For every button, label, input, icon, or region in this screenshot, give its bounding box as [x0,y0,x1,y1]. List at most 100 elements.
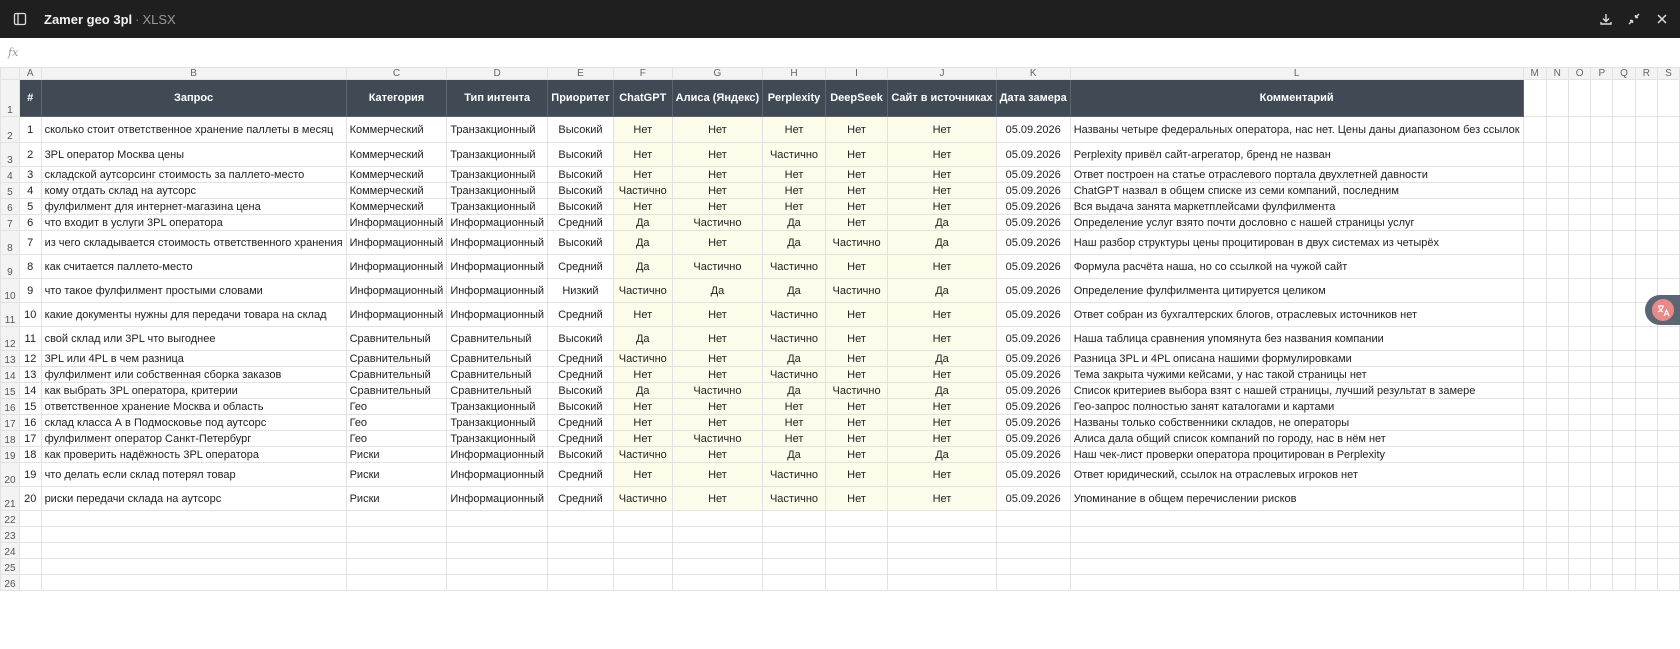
empty-cell[interactable] [612,510,673,527]
empty-cell[interactable] [1522,278,1547,303]
empty-cell[interactable] [1522,558,1547,575]
table-cell[interactable]: Высокий [547,182,614,199]
table-cell[interactable]: 05.09.2026 [995,486,1071,511]
table-cell[interactable]: фулфилмент оператор Санкт-Петербург [40,430,347,447]
empty-cell[interactable] [1590,486,1614,511]
empty-cell[interactable] [1612,558,1636,575]
table-cell[interactable]: Средний [547,302,614,327]
table-cell[interactable]: Да [762,214,826,231]
table-cell[interactable]: Частично [612,278,673,303]
empty-cell[interactable] [1545,182,1569,199]
table-cell[interactable]: Коммерческий [345,166,448,183]
empty-cell[interactable] [1545,558,1569,575]
table-cell[interactable]: Нет [824,254,889,279]
table-cell[interactable]: Частично [762,326,826,351]
table-cell[interactable]: 16 [18,414,42,431]
empty-cell[interactable] [1590,414,1614,431]
empty-cell[interactable] [1545,116,1569,143]
table-cell[interactable]: складской аутсорсинг стоимость за паллет… [40,166,347,183]
table-cell[interactable]: Формула расчёта наша, но со ссылкой на ч… [1069,254,1524,279]
row-header[interactable]: 18 [0,430,20,447]
column-header-s[interactable]: S [1656,67,1680,80]
empty-cell[interactable] [1612,116,1636,143]
table-cell[interactable]: Нет [824,326,889,351]
empty-cell[interactable] [18,558,42,575]
table-cell[interactable]: Гео [345,414,448,431]
column-header-i[interactable]: I [824,67,889,80]
empty-cell[interactable] [18,574,42,591]
table-cell[interactable]: сколько стоит ответственное хранение пал… [40,116,347,143]
empty-cell[interactable] [446,542,549,559]
table-cell[interactable]: 19 [18,462,42,487]
table-cell[interactable]: Да [887,214,997,231]
empty-cell[interactable] [887,574,997,591]
empty-cell[interactable] [1634,366,1658,383]
empty-cell[interactable] [1590,254,1614,279]
table-cell[interactable]: Риски [345,462,448,487]
row-header[interactable]: 20 [0,462,20,487]
empty-cell[interactable] [1590,166,1614,183]
table-cell[interactable]: Нет [762,182,826,199]
table-cell[interactable]: Нет [887,366,997,383]
table-cell[interactable]: Названы четыре федеральных оператора, на… [1069,116,1524,143]
table-cell[interactable]: Информационный [446,254,549,279]
empty-cell[interactable] [1590,462,1614,487]
table-cell[interactable]: Средний [547,486,614,511]
table-cell[interactable]: Риски [345,486,448,511]
table-cell[interactable]: Средний [547,254,614,279]
table-cell[interactable]: фулфилмент для интернет-магазина цена [40,198,347,215]
table-cell[interactable]: Информационный [345,302,448,327]
table-cell[interactable]: Нет [887,302,997,327]
empty-cell[interactable] [1545,278,1569,303]
table-header-cell[interactable]: Сайт в источниках [887,79,997,117]
empty-cell[interactable] [1656,214,1680,231]
empty-cell[interactable] [1567,510,1592,527]
empty-cell[interactable] [1567,230,1592,255]
empty-cell[interactable] [1612,142,1636,167]
table-cell[interactable]: Информационный [345,278,448,303]
table-cell[interactable]: Наш разбор структуры цены процитирован в… [1069,230,1524,255]
column-header-b[interactable]: B [40,67,347,80]
table-cell[interactable]: Частично [612,350,673,367]
empty-cell[interactable] [547,542,614,559]
empty-cell[interactable] [1612,398,1636,415]
download-icon[interactable] [1596,9,1616,29]
table-cell[interactable]: Частично [824,230,889,255]
table-cell[interactable]: 05.09.2026 [995,446,1071,463]
table-cell[interactable]: Да [671,278,764,303]
table-cell[interactable]: 3PL или 4PL в чем разница [40,350,347,367]
empty-cell[interactable] [345,542,448,559]
table-cell[interactable]: Нет [824,430,889,447]
table-cell[interactable]: Сравнительный [345,326,448,351]
column-header-e[interactable]: E [547,67,614,80]
table-cell[interactable]: Средний [547,350,614,367]
empty-cell[interactable] [887,542,997,559]
empty-cell[interactable] [1545,430,1569,447]
empty-cell[interactable] [1069,574,1524,591]
table-cell[interactable]: 05.09.2026 [995,326,1071,351]
empty-cell[interactable] [345,510,448,527]
row-header[interactable]: 7 [0,214,20,231]
row-header[interactable]: 19 [0,446,20,463]
empty-cell[interactable] [1656,166,1680,183]
corner-cell[interactable] [0,67,20,80]
table-cell[interactable]: Да [762,350,826,367]
empty-cell[interactable] [1590,382,1614,399]
empty-cell[interactable] [1522,526,1547,543]
table-cell[interactable]: Да [762,382,826,399]
table-cell[interactable]: Нет [762,166,826,183]
table-header-cell[interactable]: DeepSeek [824,79,889,117]
empty-cell[interactable] [1545,214,1569,231]
table-cell[interactable]: фулфилмент или собственная сборка заказо… [40,366,347,383]
table-cell[interactable]: Нет [824,462,889,487]
table-cell[interactable]: Сравнительный [345,350,448,367]
empty-cell[interactable] [1567,214,1592,231]
empty-cell[interactable] [1656,398,1680,415]
empty-cell[interactable] [1567,398,1592,415]
empty-cell[interactable] [1567,430,1592,447]
table-cell[interactable]: Perplexity привёл сайт-агрегатор, бренд … [1069,142,1524,167]
table-cell[interactable]: Частично [671,254,764,279]
empty-cell[interactable] [40,542,347,559]
empty-cell[interactable] [1545,414,1569,431]
table-cell[interactable]: Частично [671,214,764,231]
